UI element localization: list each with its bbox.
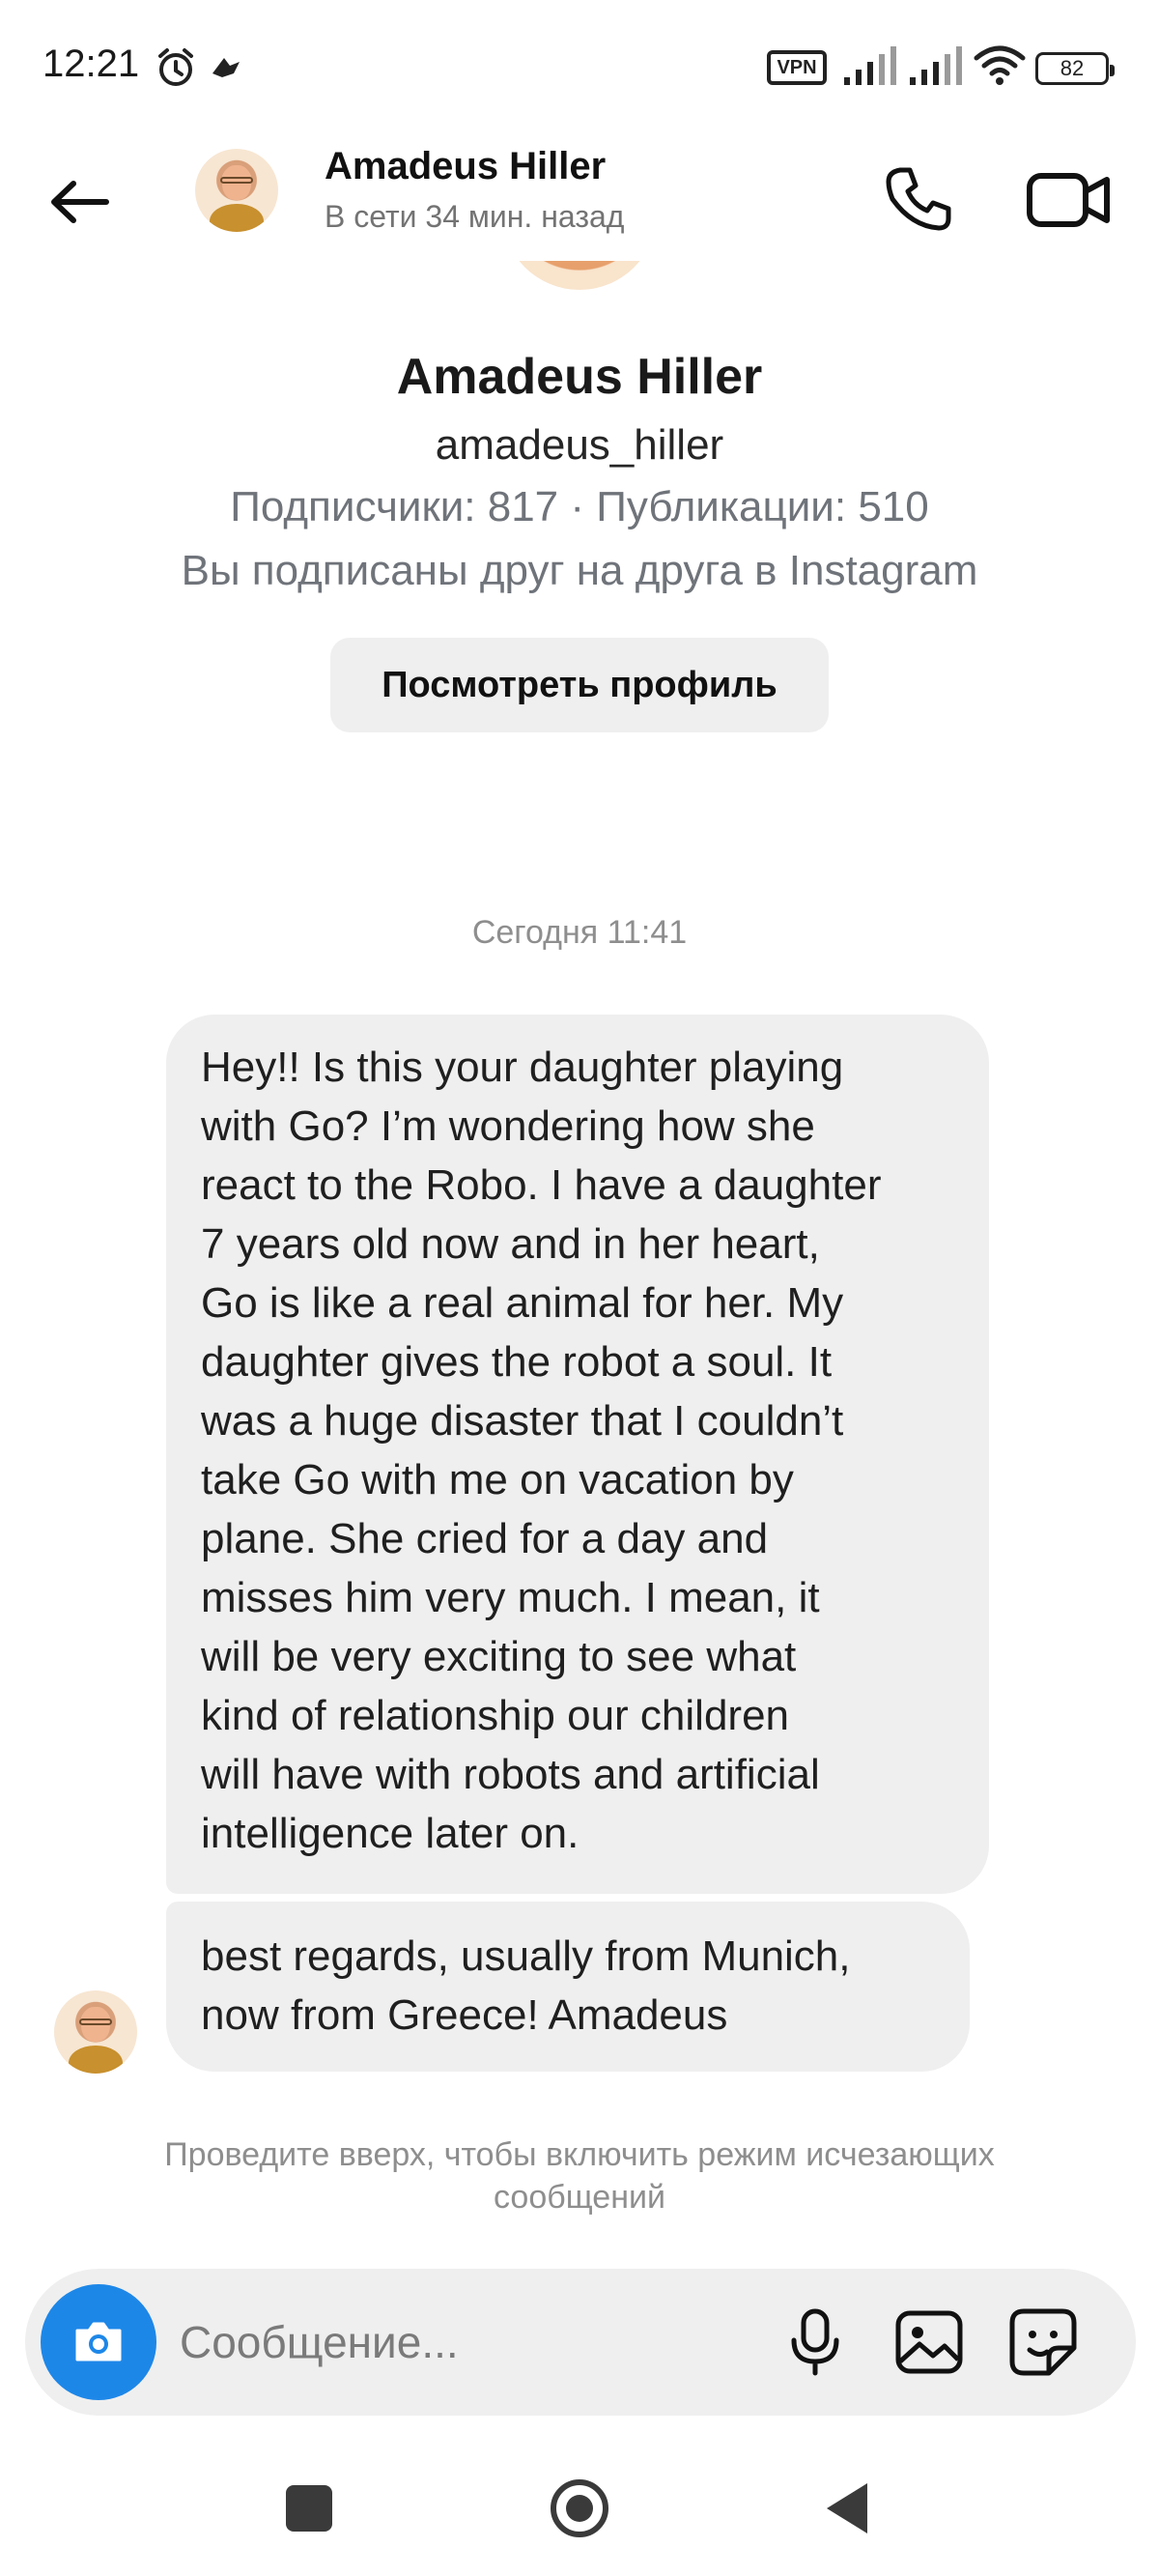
system-nav-bar bbox=[0, 2445, 1159, 2576]
signal-icon bbox=[910, 46, 962, 85]
message-line: Go is like a real animal for her. My bbox=[201, 1279, 844, 1327]
profile-name: Amadeus Hiller bbox=[396, 349, 763, 405]
vanish-mode-hint: Проведите вверх, чтобы включить режим ис… bbox=[97, 2133, 1062, 2218]
gallery-icon[interactable] bbox=[890, 2304, 968, 2381]
message-line: will have with robots and artificial bbox=[201, 1751, 820, 1798]
message-line: react to the Robo. I have a daughter bbox=[201, 1161, 882, 1209]
notification-bird-icon bbox=[212, 58, 240, 77]
avatar-shirt bbox=[210, 203, 264, 232]
message-line: 7 years old now and in her heart, bbox=[201, 1220, 820, 1268]
microphone-icon[interactable] bbox=[777, 2304, 854, 2381]
vanish-hint-line: сообщений bbox=[494, 2179, 665, 2216]
sticker-icon[interactable] bbox=[1004, 2304, 1082, 2381]
back-triangle-icon[interactable] bbox=[827, 2483, 867, 2533]
back-arrow-icon[interactable] bbox=[39, 158, 126, 245]
avatar-shirt bbox=[69, 2045, 123, 2074]
message-line: misses him very much. I mean, it bbox=[201, 1574, 820, 1621]
status-time: 12:21 bbox=[42, 43, 140, 85]
view-profile-button[interactable]: Посмотреть профиль bbox=[330, 638, 829, 732]
message-input[interactable] bbox=[180, 2304, 740, 2381]
profile-stats: Подписчики: 817 · Публикации: 510 bbox=[230, 483, 929, 530]
avatar[interactable] bbox=[195, 149, 278, 232]
message-line: with Go? I’m wondering how she bbox=[201, 1102, 815, 1150]
message-line: daughter gives the robot a soul. It bbox=[201, 1338, 833, 1386]
message-line: will be very exciting to see what bbox=[201, 1633, 797, 1680]
online-status: В сети 34 мин. назад bbox=[325, 199, 625, 234]
message-line: was a huge disaster that I couldn’t bbox=[201, 1397, 844, 1445]
vpn-badge: VPN bbox=[767, 50, 827, 85]
alarm-icon bbox=[158, 48, 193, 86]
wifi-icon bbox=[974, 45, 1026, 85]
camera-icon bbox=[75, 2322, 122, 2361]
avatar-glasses bbox=[78, 2018, 113, 2026]
message-bubble[interactable]: best regards, usually from Munich, now f… bbox=[166, 1902, 970, 2072]
video-camera-icon[interactable] bbox=[1020, 157, 1117, 243]
message-line: now from Greece! Amadeus bbox=[201, 1991, 728, 2039]
dm-thread-screen: 12:21 VPN 82 Amadeus Hiller В сети 34 ми… bbox=[0, 0, 1159, 2576]
recents-square-icon[interactable] bbox=[286, 2485, 332, 2532]
battery-icon: 82 bbox=[1035, 52, 1115, 85]
camera-button[interactable] bbox=[41, 2284, 156, 2400]
message-line: Hey!! Is this your daughter playing bbox=[201, 1044, 844, 1091]
status-bar: 12:21 VPN 82 bbox=[0, 0, 1159, 135]
message-composer bbox=[25, 2269, 1136, 2416]
phone-icon[interactable] bbox=[875, 157, 962, 243]
mutual-follow-note: Вы подписаны друг на друга в Instagram bbox=[181, 547, 978, 594]
profile-username: amadeus_hiller bbox=[435, 421, 724, 469]
home-circle-icon[interactable] bbox=[551, 2479, 608, 2537]
vanish-hint-line: Проведите вверх, чтобы включить режим ис… bbox=[164, 2136, 995, 2173]
contact-name[interactable]: Amadeus Hiller bbox=[325, 145, 606, 188]
sender-avatar[interactable] bbox=[54, 1990, 137, 2074]
chat-header: Amadeus Hiller В сети 34 мин. назад bbox=[0, 135, 1159, 261]
message-line: best regards, usually from Munich, bbox=[201, 1932, 851, 1980]
message-line: take Go with me on vacation by bbox=[201, 1456, 794, 1503]
message-line: intelligence later on. bbox=[201, 1810, 580, 1857]
signal-icon bbox=[844, 46, 896, 85]
avatar-glasses bbox=[219, 177, 254, 185]
message-bubble[interactable]: Hey!! Is this your daughter playing with… bbox=[166, 1015, 989, 1894]
message-line: plane. She cried for a day and bbox=[201, 1515, 769, 1562]
date-divider: Сегодня 11:41 bbox=[471, 914, 688, 951]
message-line: kind of relationship our children bbox=[201, 1692, 790, 1739]
